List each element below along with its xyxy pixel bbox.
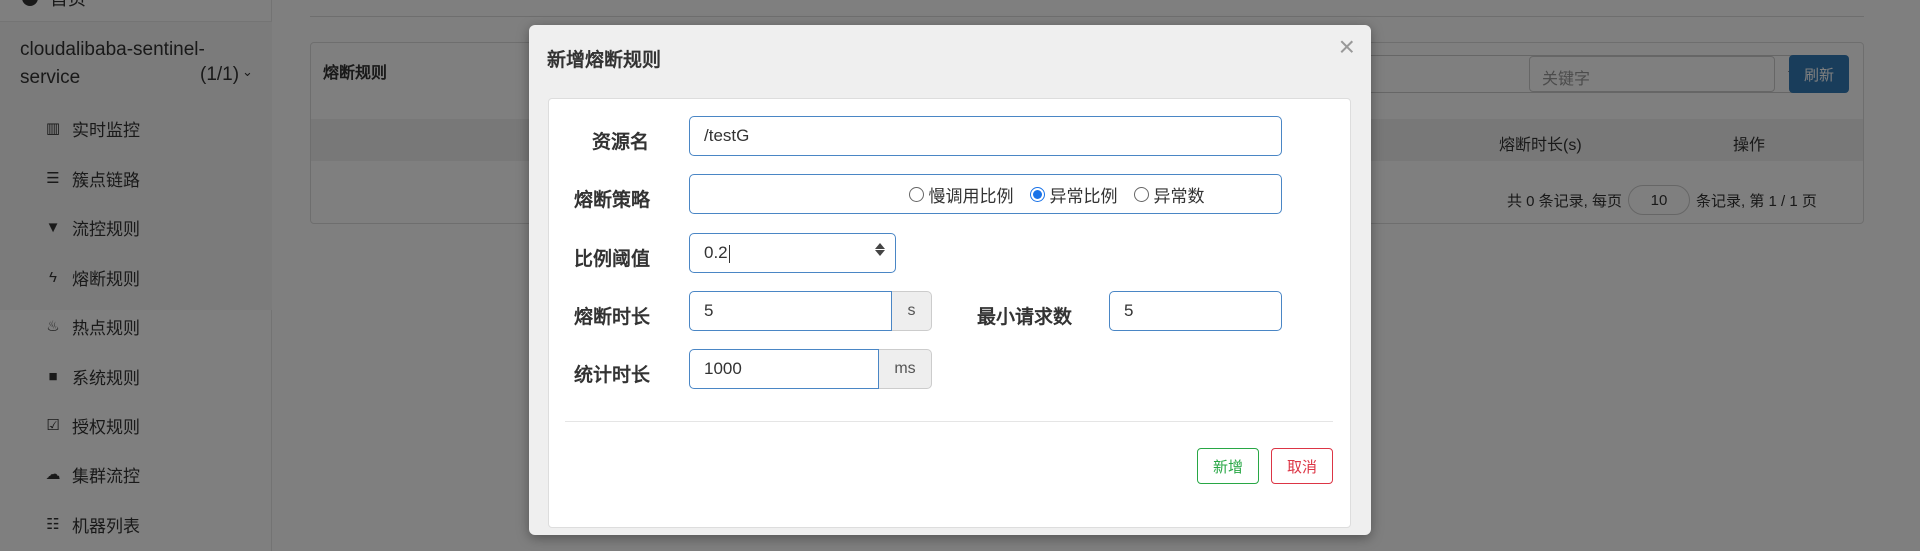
radio-label: 慢调用比例 (928, 186, 1014, 206)
stat-duration-input[interactable]: 1000 (689, 349, 879, 389)
close-icon[interactable]: × (1339, 33, 1355, 61)
spinner-up-icon[interactable] (875, 243, 885, 249)
radio-selected-icon (1029, 186, 1045, 202)
break-duration-input[interactable]: 5 (689, 291, 892, 331)
resource-input[interactable]: /testG (689, 116, 1282, 156)
strategy-options: 慢调用比例 异常比例 异常数 (690, 175, 1283, 213)
strategy-option-error-count[interactable]: 异常数 (1133, 182, 1205, 207)
dialog-divider (565, 421, 1333, 422)
break-duration-label: 熔断时长 (574, 307, 651, 328)
stat-duration-unit: ms (879, 349, 932, 389)
threshold-value: 0.2 (704, 243, 728, 262)
resource-label: 资源名 (592, 132, 650, 153)
stat-duration-label: 统计时长 (574, 365, 651, 386)
radio-label: 异常比例 (1049, 186, 1118, 206)
number-spinner[interactable] (875, 243, 885, 256)
text-cursor (728, 244, 730, 263)
strategy-option-error-ratio[interactable]: 异常比例 (1029, 182, 1118, 207)
add-button[interactable]: 新增 (1197, 448, 1259, 484)
strategy-option-slow-ratio[interactable]: 慢调用比例 (908, 182, 1014, 207)
strategy-radio-group: 慢调用比例 异常比例 异常数 (689, 174, 1282, 214)
add-degrade-rule-dialog: 新增熔断规则 × 资源名 /testG 熔断策略 慢调用比例 异常比例 异常数 (529, 25, 1371, 535)
threshold-input[interactable]: 0.2 (689, 233, 896, 273)
radio-icon (908, 186, 924, 202)
min-requests-input[interactable]: 5 (1109, 291, 1282, 331)
radio-icon (1133, 186, 1149, 202)
dialog-body: 资源名 /testG 熔断策略 慢调用比例 异常比例 异常数 比例阈值 0.2 … (548, 98, 1351, 528)
spinner-down-icon[interactable] (875, 250, 885, 256)
dialog-title: 新增熔断规则 (547, 50, 662, 71)
threshold-label: 比例阈值 (574, 249, 651, 270)
break-duration-unit: s (892, 291, 932, 331)
radio-label: 异常数 (1153, 186, 1205, 206)
min-requests-label: 最小请求数 (977, 307, 1073, 328)
strategy-label: 熔断策略 (574, 190, 651, 211)
cancel-button[interactable]: 取消 (1271, 448, 1333, 484)
